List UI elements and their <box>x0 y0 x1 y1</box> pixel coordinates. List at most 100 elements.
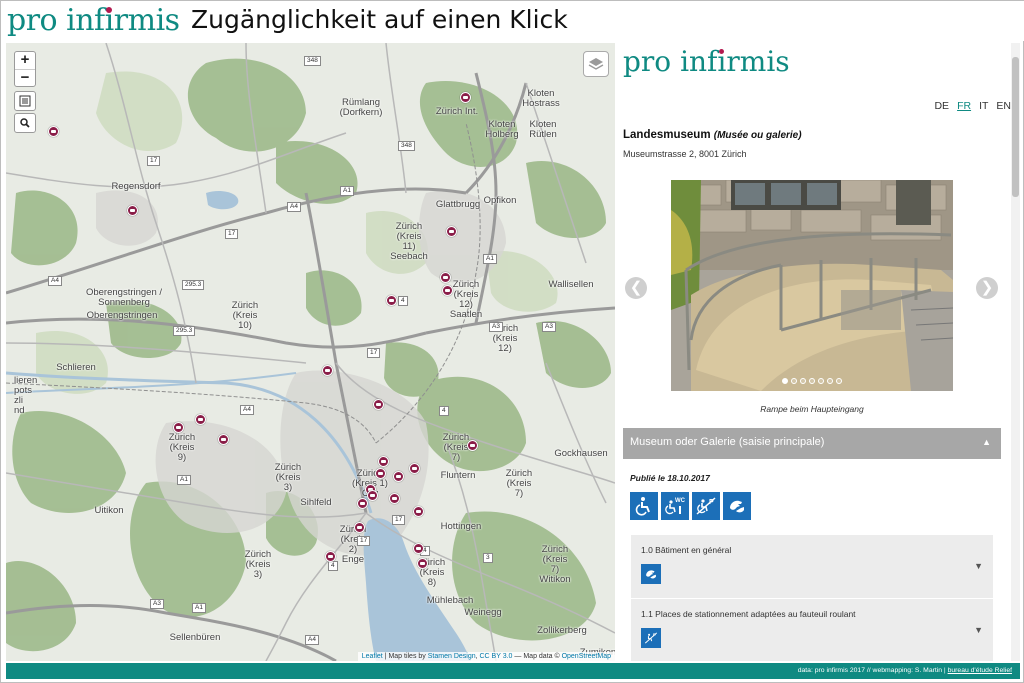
road-shield: A3 <box>489 322 503 332</box>
place-label-oberengstringen: Oberengstringen <box>86 310 158 321</box>
zoom-in-button[interactable]: + <box>15 52 35 69</box>
accessible-wc-badge[interactable]: WC <box>661 492 689 520</box>
place-title: Landesmuseum (Musée ou galerie) <box>623 129 802 141</box>
road-shield: 295.3 <box>182 280 205 290</box>
carousel-dot[interactable] <box>827 378 833 384</box>
lang-fr[interactable]: FR <box>957 100 971 112</box>
zoom-out-button[interactable]: − <box>15 69 35 86</box>
road-shield: 4 <box>328 561 338 571</box>
poi-marker[interactable] <box>127 205 138 216</box>
lang-en[interactable]: EN <box>996 100 1011 112</box>
section-building-general[interactable]: 1.0 Bâtiment en général ▼ <box>631 535 993 598</box>
carousel-next-button[interactable]: ❯ <box>976 277 998 299</box>
road-shield: A4 <box>240 405 254 415</box>
place-label-fluntern: Fluntern <box>440 470 476 481</box>
place-address: Museumstrasse 2, 8001 Zürich <box>623 149 747 159</box>
carousel-prev-button[interactable]: ❮ <box>625 277 647 299</box>
carousel-dot[interactable] <box>800 378 806 384</box>
road-shield: 295.3 <box>173 326 196 336</box>
accessibility-badges: WC P <box>630 492 751 520</box>
road-shield: A3 <box>542 322 556 332</box>
category-title: Museum oder Galerie (saisie principale) <box>630 436 825 448</box>
poi-marker[interactable] <box>218 434 229 445</box>
entrance-ramp-photo <box>671 180 953 391</box>
footer-credits: data: pro infirmis 2017 // webmapping: S… <box>6 663 1020 679</box>
poi-marker[interactable] <box>467 440 478 451</box>
wheelchair-badge[interactable] <box>630 492 658 520</box>
carousel-dot[interactable] <box>836 378 842 384</box>
poi-marker[interactable] <box>375 468 386 479</box>
poi-marker[interactable] <box>389 493 400 504</box>
scrollbar-thumb[interactable] <box>1012 57 1019 197</box>
carousel-dot[interactable] <box>818 378 824 384</box>
carousel-dot[interactable] <box>791 378 797 384</box>
layers-button[interactable] <box>583 51 609 77</box>
map-search-button[interactable] <box>14 113 36 133</box>
road-shield: 17 <box>225 229 239 239</box>
section-title: 1.1 Places de stationnement adaptées au … <box>641 609 856 619</box>
place-label-zurich-kreis-9: Zürich (Kreis 9) <box>168 432 196 463</box>
search-icon <box>20 118 30 128</box>
lang-de[interactable]: DE <box>934 100 949 112</box>
poi-marker[interactable] <box>378 456 389 467</box>
poi-marker[interactable] <box>373 399 384 410</box>
layers-icon <box>588 58 604 70</box>
poi-marker[interactable] <box>409 463 420 474</box>
place-label-schlieren-edge: lieren pots zli nd <box>14 375 38 416</box>
published-date: Publié le 18.10.2017 <box>630 473 710 483</box>
poi-marker[interactable] <box>48 126 59 137</box>
relief-link[interactable]: bureau d'étude Relief <box>948 667 1012 674</box>
poi-marker[interactable] <box>325 551 336 562</box>
photo-carousel[interactable] <box>671 180 953 391</box>
poi-marker[interactable] <box>393 471 404 482</box>
panel-scrollbar[interactable] <box>1011 43 1020 661</box>
chevron-up-icon: ▲ <box>982 437 991 447</box>
panel-logo-part1: pro inf <box>623 45 718 78</box>
road-shield: A4 <box>48 276 62 286</box>
header: pro infırmis Zugänglichkeit auf einen Kl… <box>1 1 1024 41</box>
page-title: Zugänglichkeit auf einen Klick <box>191 5 568 34</box>
legend-list-button[interactable] <box>14 91 36 111</box>
place-label-zurich-kreis-7-a: Zürich (Kreis 7) <box>442 432 470 463</box>
poi-marker[interactable] <box>195 414 206 425</box>
poi-marker[interactable] <box>413 506 424 517</box>
poi-marker[interactable] <box>367 490 378 501</box>
pro-infirmis-logo[interactable]: pro infırmis <box>7 3 180 38</box>
poi-marker[interactable] <box>322 365 333 376</box>
carousel-dot[interactable] <box>809 378 815 384</box>
poi-marker[interactable] <box>413 543 424 554</box>
road-shield: 17 <box>367 348 381 358</box>
chevron-down-icon: ▼ <box>974 625 983 635</box>
osm-link[interactable]: OpenStreetMap <box>562 653 611 660</box>
detail-panel: pro infırmis DE FR IT EN Landesmuseum (M… <box>615 43 1011 661</box>
map-view[interactable]: Rümlang (Dorfkern) Zürich Int. Kloten Host… <box>6 43 615 661</box>
poi-marker[interactable] <box>357 498 368 509</box>
poi-marker[interactable] <box>446 226 457 237</box>
poi-marker[interactable] <box>417 558 428 569</box>
poi-marker[interactable] <box>460 92 471 103</box>
sign-language-badge[interactable] <box>723 492 751 520</box>
road-shield: 17 <box>147 156 161 166</box>
stamen-link[interactable]: Stamen Design <box>428 653 476 660</box>
carousel-dot[interactable] <box>782 378 788 384</box>
place-label-gockhausen: Gockhausen <box>554 448 608 459</box>
poi-marker[interactable] <box>386 295 397 306</box>
footer-text: data: pro infirmis 2017 // webmapping: S… <box>797 667 948 674</box>
panel-logo-i: ı <box>717 45 727 78</box>
poi-marker[interactable] <box>440 272 451 283</box>
lang-it[interactable]: IT <box>979 100 988 112</box>
place-label-muhlebach: Mühlebach <box>426 595 474 606</box>
place-label-uitikon: Uitikon <box>94 505 124 516</box>
license-link[interactable]: CC BY 3.0 <box>480 653 513 660</box>
place-label-glattbrugg: Glattbrugg <box>435 199 481 210</box>
accessible-parking-badge[interactable]: P <box>692 492 720 520</box>
poi-marker[interactable] <box>442 285 453 296</box>
poi-marker[interactable] <box>354 522 365 533</box>
road-shield: 17 <box>392 515 406 525</box>
road-shield: A3 <box>150 599 164 609</box>
poi-marker[interactable] <box>173 422 184 433</box>
section-accessible-parking[interactable]: 1.1 Places de stationnement adaptées au … <box>631 599 993 661</box>
category-accordion-header[interactable]: Museum oder Galerie (saisie principale) … <box>623 428 1001 459</box>
leaflet-link[interactable]: Leaflet <box>362 653 383 660</box>
road-shield: 3 <box>483 553 493 563</box>
